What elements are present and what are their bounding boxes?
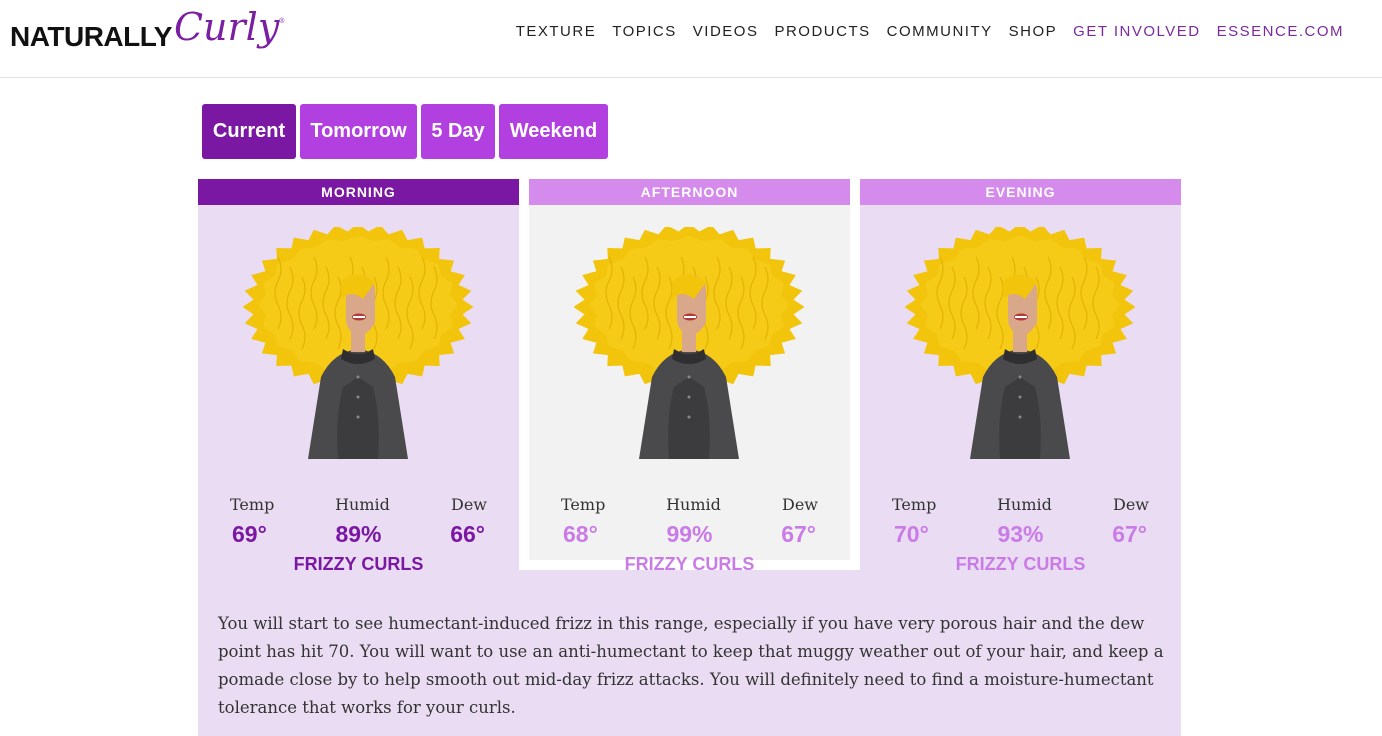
temp-label: Temp: [892, 495, 937, 514]
button-dot: [687, 375, 691, 379]
humid-label: Humid: [666, 495, 721, 514]
main-nav: TEXTURE TOPICS VIDEOS PRODUCTS COMMUNITY…: [508, 22, 1352, 42]
humid-value: 93%: [997, 521, 1044, 547]
button-dot: [356, 415, 360, 419]
nav-essence[interactable]: ESSENCE.COM: [1209, 22, 1352, 42]
logo-wordmark: NATURALLY: [10, 21, 172, 52]
forecast-card-morning: MORNING Temp Humid Dew 69° 89% 66° FRIZZ…: [198, 179, 519, 574]
stat-labels: Temp Humid Dew: [529, 495, 850, 514]
tab-5-day[interactable]: 5 Day: [421, 104, 495, 159]
button-dot: [687, 395, 691, 399]
nav-products[interactable]: PRODUCTS: [766, 22, 878, 42]
humid-value: 99%: [666, 521, 713, 547]
dew-value: 66°: [450, 521, 485, 547]
stat-values: 70° 93% 67°: [860, 521, 1181, 548]
dew-value: 67°: [1112, 521, 1147, 547]
teeth: [1015, 316, 1027, 318]
forecast-tabs: Current Tomorrow 5 Day Weekend: [202, 104, 608, 159]
card-title: EVENING: [860, 179, 1181, 205]
button-dot: [687, 415, 691, 419]
logo-registered-mark: ®: [279, 18, 285, 25]
nav-get-involved[interactable]: GET INVOLVED: [1065, 22, 1208, 42]
temp-label: Temp: [561, 495, 606, 514]
tab-tomorrow[interactable]: Tomorrow: [300, 104, 417, 159]
frizzy-hair-illustration: [243, 227, 473, 459]
temp-label: Temp: [230, 495, 275, 514]
dew-label: Dew: [451, 495, 487, 514]
tab-weekend[interactable]: Weekend: [499, 104, 608, 159]
button-dot: [1018, 395, 1022, 399]
logo-script: Curly: [173, 5, 280, 49]
humid-label: Humid: [997, 495, 1052, 514]
neck: [351, 332, 365, 352]
tab-current[interactable]: Current: [202, 104, 296, 159]
temp-value: 68°: [563, 521, 598, 547]
nav-videos[interactable]: VIDEOS: [685, 22, 767, 42]
nav-topics[interactable]: TOPICS: [604, 22, 685, 42]
naturallycurly-logo[interactable]: NATURALLY Curly ®: [10, 8, 284, 70]
dew-label: Dew: [1113, 495, 1149, 514]
button-dot: [1018, 415, 1022, 419]
button-dot: [356, 375, 360, 379]
humid-label: Humid: [335, 495, 390, 514]
forecast-card-afternoon: AFTERNOON Temp Humid Dew 68° 99% 67° FRI…: [529, 179, 850, 574]
nav-texture[interactable]: TEXTURE: [508, 22, 605, 42]
frizz-description: You will start to see humectant-induced …: [218, 614, 1164, 717]
button-dot: [1018, 375, 1022, 379]
teeth: [684, 316, 696, 318]
nav-community[interactable]: COMMUNITY: [879, 22, 1001, 42]
stat-labels: Temp Humid Dew: [198, 495, 519, 514]
neck: [682, 332, 696, 352]
stat-values: 68° 99% 67°: [529, 521, 850, 548]
card-title: AFTERNOON: [529, 179, 850, 205]
stat-labels: Temp Humid Dew: [860, 495, 1181, 514]
hair-condition: FRIZZY CURLS: [955, 554, 1086, 574]
card-title: MORNING: [198, 179, 519, 205]
humid-value: 89%: [335, 521, 382, 547]
nav-shop[interactable]: SHOP: [1001, 22, 1066, 42]
frizzy-hair-illustration: [574, 227, 804, 459]
neck: [1013, 332, 1027, 352]
frizzy-hair-illustration: [905, 227, 1135, 459]
forecast-card-evening: EVENING Temp Humid Dew 70° 93% 67° FRIZZ…: [860, 179, 1181, 574]
teeth: [353, 316, 365, 318]
button-dot: [356, 395, 360, 399]
temp-value: 69°: [232, 521, 267, 547]
hair-condition: FRIZZY CURLS: [293, 554, 424, 574]
dew-value: 67°: [781, 521, 816, 547]
hair-condition: FRIZZY CURLS: [624, 554, 755, 574]
stat-values: 69° 89% 66°: [198, 521, 519, 548]
temp-value: 70°: [894, 521, 929, 547]
site-header: NATURALLY Curly ® TEXTURE TOPICS VIDEOS …: [0, 0, 1382, 78]
dew-label: Dew: [782, 495, 818, 514]
